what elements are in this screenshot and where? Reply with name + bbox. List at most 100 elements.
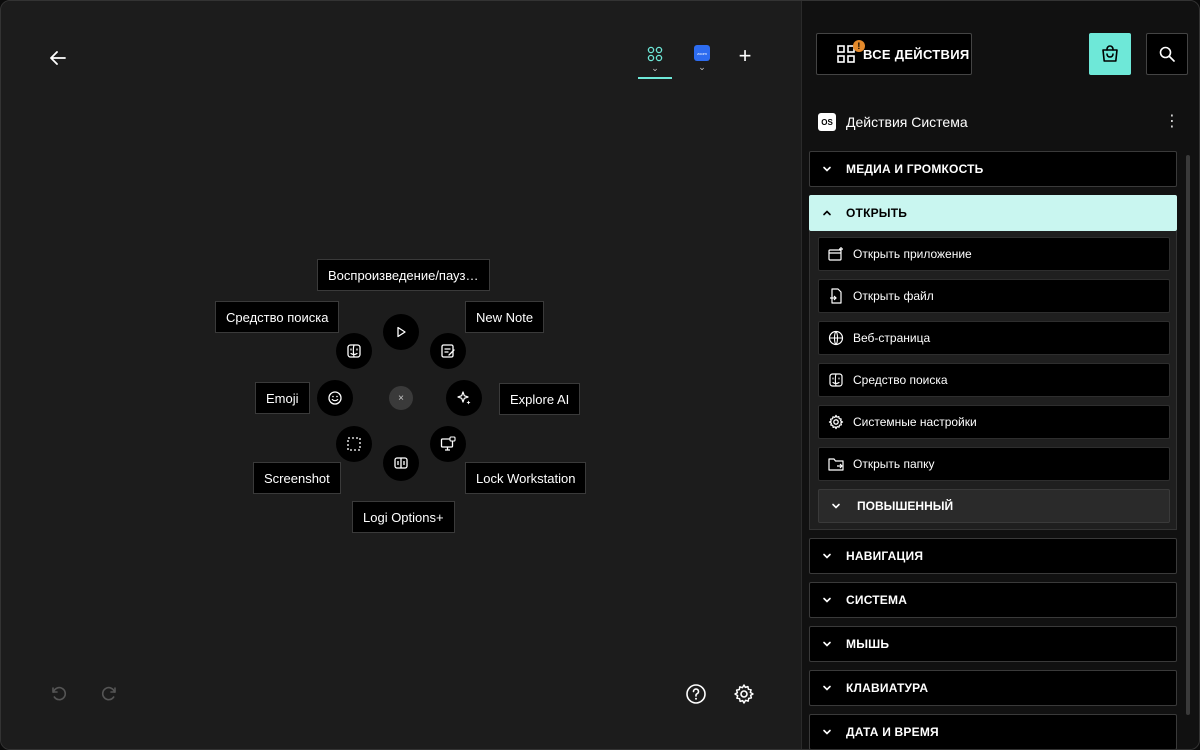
app-window: ⌄ zoom ⌄ + × Воспроизведение/пауз… New N… [0, 0, 1200, 750]
action-open-folder[interactable]: Открыть папку [818, 447, 1170, 481]
radial-note-node[interactable] [430, 333, 466, 369]
folder-open-icon [827, 455, 845, 473]
action-open-app[interactable]: Открыть приложение [818, 237, 1170, 271]
action-open-file[interactable]: Открыть файл [818, 279, 1170, 313]
radial-label-lock[interactable]: Lock Workstation [465, 462, 587, 494]
radial-finder-node[interactable] [336, 333, 372, 369]
action-label: Открыть приложение [853, 247, 972, 261]
chevron-down-icon [823, 166, 831, 172]
radial-ai-node[interactable] [446, 380, 482, 416]
screenshot-select-icon [347, 437, 361, 451]
action-label: Открыть папку [853, 457, 935, 471]
logi-options-icon [394, 457, 408, 469]
help-button[interactable] [683, 681, 709, 707]
finder-icon [827, 371, 845, 389]
chevron-down-icon: ⌄ [698, 62, 706, 72]
editor-canvas: ⌄ zoom ⌄ + × Воспроизведение/пауз… New N… [1, 1, 801, 749]
settings-button[interactable] [731, 681, 757, 707]
more-options-button[interactable]: ⋮ [1164, 113, 1180, 131]
radial-label-logi[interactable]: Logi Options+ [352, 501, 455, 533]
radial-lock-node[interactable] [430, 426, 466, 462]
category-system[interactable]: СИСТЕМА [809, 582, 1177, 618]
category-label: СИСТЕМА [846, 593, 908, 607]
globe-icon [827, 329, 845, 347]
category-open-body: Открыть приложение Открыть файл Веб-стра… [809, 231, 1177, 530]
chevron-down-icon [823, 553, 831, 559]
radial-play-node[interactable] [383, 314, 419, 350]
chevron-down-icon [823, 597, 831, 603]
radial-label-finder[interactable]: Средство поиска [215, 301, 340, 333]
radial-logi-node[interactable] [383, 445, 419, 481]
category-label: МЫШЬ [846, 637, 890, 651]
advanced-label: ПОВЫШЕННЫЙ [857, 499, 954, 513]
smiley-icon [328, 391, 342, 405]
action-label: Средство поиска [853, 373, 948, 387]
search-icon [1159, 46, 1175, 62]
action-label: Веб-страница [853, 331, 931, 345]
all-actions-label: ВСЕ ДЕЙСТВИЯ [863, 46, 970, 62]
shopping-bag-icon [1102, 45, 1118, 62]
chevron-up-icon [823, 210, 831, 216]
category-open[interactable]: ОТКРЫТЬ [809, 195, 1177, 231]
app-window-plus-icon [827, 245, 845, 263]
undo-button[interactable] [45, 681, 71, 707]
chevron-down-icon [823, 729, 831, 735]
category-media[interactable]: МЕДИА И ГРОМКОСТЬ [809, 151, 1177, 187]
chevron-down-icon [823, 641, 831, 647]
action-label: Открыть файл [853, 289, 934, 303]
close-radial-button[interactable]: × [389, 386, 413, 410]
category-label: НАВИГАЦИЯ [846, 549, 924, 563]
gear-icon [827, 413, 845, 431]
panel-scrollbar[interactable] [1186, 155, 1190, 715]
alert-badge: ! [853, 40, 865, 52]
add-app-button[interactable]: + [733, 43, 757, 68]
section-title: Действия Система [846, 114, 968, 130]
arrow-left-icon [50, 51, 66, 65]
action-categories: МЕДИА И ГРОМКОСТЬ ОТКРЫТЬ Открыть прилож… [809, 151, 1177, 749]
actions-panel: ! ВСЕ ДЕЙСТВИЯ OS Действия Система ⋮ МЕД… [801, 1, 1199, 749]
action-finder[interactable]: Средство поиска [818, 363, 1170, 397]
sparkles-icon [457, 391, 471, 405]
monitor-lock-icon [440, 436, 456, 451]
action-label: Системные настройки [853, 415, 977, 429]
section-header: OS Действия Система [818, 113, 968, 131]
device-tab-zoom[interactable]: zoom ⌄ [687, 41, 717, 79]
radial-label-play[interactable]: Воспроизведение/пауз… [317, 259, 490, 291]
radial-label-note[interactable]: New Note [465, 301, 545, 333]
chevron-down-icon [832, 503, 840, 509]
play-icon [397, 326, 406, 338]
undo-icon [52, 686, 66, 701]
category-label: ОТКРЫТЬ [846, 206, 908, 220]
radial-label-emoji[interactable]: Emoji [255, 382, 310, 414]
category-label: ДАТА И ВРЕМЯ [846, 725, 939, 739]
radial-screenshot-node[interactable] [336, 426, 372, 462]
file-open-icon [827, 287, 845, 305]
category-label: МЕДИА И ГРОМКОСТЬ [846, 162, 984, 176]
os-badge: OS [818, 113, 836, 131]
category-mouse[interactable]: МЫШЬ [809, 626, 1177, 662]
finder-icon [347, 344, 361, 358]
redo-icon [102, 686, 116, 701]
note-edit-icon [441, 344, 455, 358]
search-button[interactable] [1146, 33, 1188, 75]
radial-emoji-node[interactable] [317, 380, 353, 416]
radial-label-ai[interactable]: Explore AI [499, 383, 581, 415]
action-system-settings[interactable]: Системные настройки [818, 405, 1170, 439]
category-navigation[interactable]: НАВИГАЦИЯ [809, 538, 1177, 574]
four-circles-icon [647, 46, 663, 62]
device-tab-app-grid[interactable]: ⌄ [638, 41, 672, 79]
help-circle-icon [686, 684, 706, 704]
chevron-down-icon: ⌄ [651, 63, 659, 73]
redo-button[interactable] [97, 681, 123, 707]
category-keyboard[interactable]: КЛАВИАТУРА [809, 670, 1177, 706]
store-button[interactable] [1089, 33, 1131, 75]
radial-label-screenshot[interactable]: Screenshot [253, 462, 341, 494]
gear-icon [734, 684, 754, 704]
all-actions-button[interactable]: ! ВСЕ ДЕЙСТВИЯ [816, 33, 972, 75]
action-web-page[interactable]: Веб-страница [818, 321, 1170, 355]
category-label: КЛАВИАТУРА [846, 681, 929, 695]
advanced-toggle[interactable]: ПОВЫШЕННЫЙ [818, 489, 1170, 523]
back-button[interactable] [45, 45, 71, 71]
zoom-app-icon: zoom [694, 45, 710, 61]
category-date-time[interactable]: ДАТА И ВРЕМЯ [809, 714, 1177, 749]
